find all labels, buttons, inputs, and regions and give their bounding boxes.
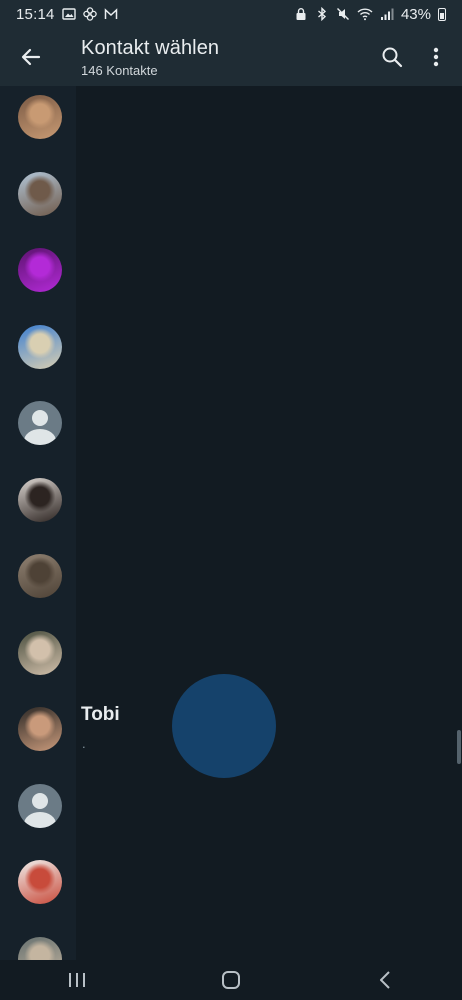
bluetooth-icon <box>318 7 327 21</box>
person-silhouette-body <box>24 811 56 828</box>
avatar[interactable] <box>18 477 62 522</box>
person-silhouette-body <box>24 429 56 445</box>
back-button[interactable] <box>0 28 62 86</box>
contact-count: 146 Kontakte <box>81 62 158 78</box>
scrollbar-thumb[interactable] <box>457 730 461 764</box>
default-avatar[interactable] <box>18 401 62 445</box>
more-vert-icon <box>433 47 439 67</box>
status-right: 43% <box>294 6 446 23</box>
page-title: Kontakt wählen <box>81 36 220 59</box>
nav-back-icon <box>380 971 390 989</box>
navigation-bar <box>0 960 462 1000</box>
lock-icon <box>296 8 306 20</box>
signal-icon <box>380 8 394 20</box>
search-button[interactable] <box>370 28 414 86</box>
recents-icon <box>69 973 85 987</box>
home-button[interactable] <box>201 960 261 1000</box>
touch-indicator <box>172 674 276 778</box>
mute-icon <box>336 8 349 20</box>
home-icon <box>222 971 240 989</box>
avatar[interactable] <box>18 630 62 675</box>
image-icon <box>61 8 76 20</box>
contact-name[interactable]: Tobi <box>81 704 120 726</box>
contact-list[interactable] <box>0 86 76 981</box>
status-time: 15:14 <box>16 5 55 23</box>
recents-button[interactable] <box>47 960 107 1000</box>
default-avatar[interactable] <box>18 783 62 828</box>
avatar[interactable] <box>18 95 62 139</box>
status-bar: 15:14 43% <box>0 0 462 28</box>
avatar[interactable] <box>18 554 62 598</box>
arrow-left-icon <box>21 48 41 66</box>
avatar[interactable] <box>18 860 62 904</box>
avatar[interactable] <box>18 707 62 751</box>
status-left: 15:14 <box>16 6 118 23</box>
nav-back-button[interactable] <box>355 960 415 1000</box>
pinwheel-icon <box>82 7 97 21</box>
app-bar: Kontakt wählen 146 Kontakte <box>0 28 462 86</box>
contact-picker-screen: 15:14 43% Kontakt wählen 146 Kontakte To… <box>0 0 462 1000</box>
more-options-button[interactable] <box>414 28 458 86</box>
avatar[interactable] <box>18 324 62 369</box>
title-block: Kontakt wählen 146 Kontakte <box>62 37 370 78</box>
search-icon <box>382 47 403 68</box>
battery-icon <box>438 7 446 21</box>
contact-status: . <box>82 736 86 751</box>
battery-percent: 43% <box>400 5 431 23</box>
mail-icon <box>104 8 117 19</box>
avatar[interactable] <box>18 171 62 216</box>
person-silhouette-head <box>32 410 48 426</box>
avatar[interactable] <box>18 248 62 292</box>
wifi-icon <box>357 8 373 21</box>
person-silhouette-head <box>32 792 48 809</box>
